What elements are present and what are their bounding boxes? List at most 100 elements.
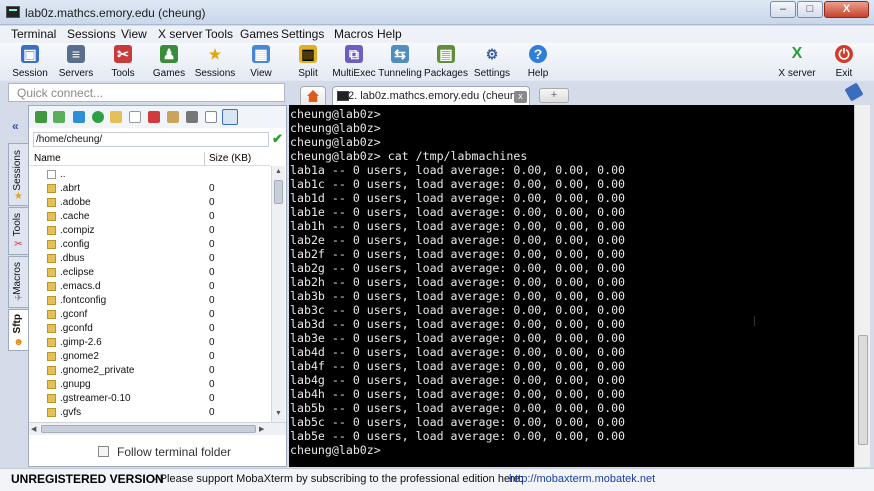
tab-close-icon[interactable]: x bbox=[514, 91, 527, 103]
path-row: /home/cheung/ ✔ bbox=[29, 130, 286, 148]
terminal-line: lab5b -- 0 users, load average: 0.00, 0.… bbox=[290, 401, 626, 415]
close-button[interactable]: X bbox=[824, 1, 869, 18]
file-name: .gconf bbox=[60, 309, 88, 320]
follow-terminal-folder-label[interactable]: Follow terminal folder bbox=[117, 445, 231, 459]
file-row[interactable]: .emacs.d 0 bbox=[29, 280, 270, 294]
menu-x-server[interactable]: X server bbox=[158, 27, 203, 41]
refresh-icon[interactable] bbox=[92, 111, 104, 123]
packages-button[interactable]: ▤ Packages bbox=[421, 45, 471, 79]
split-button[interactable]: ▥ Split bbox=[283, 45, 333, 79]
file-row[interactable]: .eclipse 0 bbox=[29, 266, 270, 280]
help-label: Help bbox=[527, 68, 549, 79]
file-row[interactable]: .adobe 0 bbox=[29, 196, 270, 210]
terminal-area[interactable]: cheung@lab0z> cheung@lab0z> cheung@lab0z> c… bbox=[289, 105, 854, 467]
open-terminal-icon[interactable] bbox=[186, 111, 198, 123]
sessions-button[interactable]: ★ Sessions bbox=[190, 45, 240, 79]
terminal-scrollbar[interactable] bbox=[854, 105, 870, 467]
file-name: .gnome2_private bbox=[60, 365, 135, 376]
menu-view[interactable]: View bbox=[121, 27, 147, 41]
download-icon[interactable] bbox=[53, 111, 65, 123]
file-list-header: Name Size (KB) bbox=[29, 152, 270, 166]
menu-terminal[interactable]: Terminal bbox=[11, 27, 56, 41]
side-tab-sessions[interactable]: Sessions ★ bbox=[8, 143, 28, 206]
side-tab-macros[interactable]: Macros ✈ bbox=[8, 256, 28, 308]
menu-settings[interactable]: Settings bbox=[281, 27, 324, 41]
servers-button[interactable]: ≡ Servers bbox=[51, 45, 101, 79]
file-list-vertical-scrollbar[interactable]: ▲ ▼ bbox=[271, 166, 285, 422]
help-button[interactable]: ? Help bbox=[513, 45, 563, 79]
new-file-icon[interactable] bbox=[129, 111, 141, 123]
minimize-button[interactable]: – bbox=[770, 1, 796, 18]
scroll-right-icon[interactable]: ▶ bbox=[259, 425, 264, 433]
x-server-icon: X bbox=[791, 45, 803, 62]
file-row[interactable]: .gconf 0 bbox=[29, 308, 270, 322]
exit-button[interactable]: ⏻ Exit bbox=[819, 45, 869, 79]
file-name: .config bbox=[60, 239, 90, 250]
tunneling-button[interactable]: ⇆ Tunneling bbox=[375, 45, 425, 79]
pin-icon[interactable] bbox=[844, 82, 864, 102]
file-row[interactable]: .abrt 0 bbox=[29, 182, 270, 196]
multiexec-button[interactable]: ⧉ MultiExec bbox=[329, 45, 379, 79]
file-row[interactable]: .gconfd 0 bbox=[29, 322, 270, 336]
settings-button[interactable]: ⚙ Settings bbox=[467, 45, 517, 79]
upload-icon[interactable] bbox=[35, 111, 47, 123]
collapse-sidebar-icon[interactable]: « bbox=[12, 119, 19, 133]
column-name[interactable]: Name bbox=[34, 153, 61, 164]
file-row[interactable]: .fontconfig 0 bbox=[29, 294, 270, 308]
delete-icon[interactable] bbox=[148, 111, 160, 123]
menu-tools[interactable]: Tools bbox=[205, 27, 233, 41]
scroll-up-icon[interactable]: ▲ bbox=[275, 168, 282, 175]
home-tab[interactable] bbox=[300, 86, 326, 106]
file-row[interactable]: .dbus 0 bbox=[29, 252, 270, 266]
new-tab-button[interactable]: + bbox=[539, 88, 569, 103]
file-row[interactable]: .. bbox=[29, 168, 270, 182]
column-size[interactable]: Size (KB) bbox=[209, 153, 251, 164]
scroll-down-icon[interactable]: ▼ bbox=[275, 410, 282, 417]
view-mode-icon[interactable] bbox=[222, 109, 238, 125]
folder-icon bbox=[47, 296, 56, 305]
file-row[interactable]: .cache 0 bbox=[29, 210, 270, 224]
file-row[interactable]: .gvfs 0 bbox=[29, 406, 270, 420]
file-row[interactable]: .gnome2_private 0 bbox=[29, 364, 270, 378]
checkmark-icon[interactable]: ✔ bbox=[272, 132, 283, 146]
terminal-line: lab3b -- 0 users, load average: 0.00, 0.… bbox=[290, 289, 626, 303]
side-tab-sftp[interactable]: Sftp ☻ bbox=[8, 309, 28, 351]
scroll-thumb-horizontal[interactable] bbox=[41, 425, 256, 433]
view-button[interactable]: ▦ View bbox=[236, 45, 286, 79]
games-button[interactable]: ♟ Games bbox=[144, 45, 194, 79]
maximize-button[interactable]: □ bbox=[797, 1, 823, 18]
scroll-left-icon[interactable]: ◀ bbox=[31, 425, 36, 433]
quick-connect-input[interactable]: Quick connect... bbox=[8, 83, 285, 102]
mobaxterm-link[interactable]: http://mobaxterm.mobatek.net bbox=[509, 473, 655, 485]
tools-button[interactable]: ✂ Tools bbox=[98, 45, 148, 79]
menu-sessions[interactable]: Sessions bbox=[67, 27, 116, 41]
path-input[interactable]: /home/cheung/ bbox=[33, 132, 269, 147]
follow-terminal-folder-checkbox[interactable] bbox=[98, 446, 109, 457]
main-toolbar: ▣ Session ≡ Servers ✂ Tools ♟ Games ★ Se… bbox=[0, 43, 874, 81]
column-divider[interactable] bbox=[204, 152, 205, 166]
file-row[interactable]: .gstreamer-0.10 0 bbox=[29, 392, 270, 406]
side-tab-sessions-label: Sessions bbox=[12, 150, 23, 191]
file-row[interactable]: .compiz 0 bbox=[29, 224, 270, 238]
tab-session-lab0z[interactable]: 2. lab0z.mathcs.emory.edu (cheung) x bbox=[332, 86, 530, 106]
scroll-thumb[interactable] bbox=[274, 180, 283, 204]
new-folder-icon[interactable] bbox=[110, 111, 122, 123]
x-server-button[interactable]: X X server bbox=[772, 45, 822, 79]
rename-icon[interactable] bbox=[167, 111, 179, 123]
terminal-line: lab5c -- 0 users, load average: 0.00, 0.… bbox=[290, 415, 626, 429]
file-row[interactable]: .gnupg 0 bbox=[29, 378, 270, 392]
file-row[interactable]: .config 0 bbox=[29, 238, 270, 252]
terminal-scroll-thumb[interactable] bbox=[858, 335, 868, 445]
file-row[interactable]: .gimp-2.6 0 bbox=[29, 336, 270, 350]
file-list-horizontal-scrollbar[interactable]: ◀ ▶ bbox=[29, 422, 286, 435]
tunneling-label: Tunneling bbox=[378, 68, 422, 79]
menu-macros[interactable]: Macros bbox=[334, 27, 373, 41]
text-mode-icon[interactable] bbox=[205, 111, 217, 123]
window-title: lab0z.mathcs.emory.edu (cheung) bbox=[25, 6, 206, 20]
file-row[interactable]: .gnome2 0 bbox=[29, 350, 270, 364]
menu-help[interactable]: Help bbox=[377, 27, 402, 41]
menu-games[interactable]: Games bbox=[240, 27, 279, 41]
side-tab-tools[interactable]: Tools ✂ bbox=[8, 207, 28, 255]
upload-arrow-icon[interactable] bbox=[73, 111, 85, 123]
session-button[interactable]: ▣ Session bbox=[5, 45, 55, 79]
